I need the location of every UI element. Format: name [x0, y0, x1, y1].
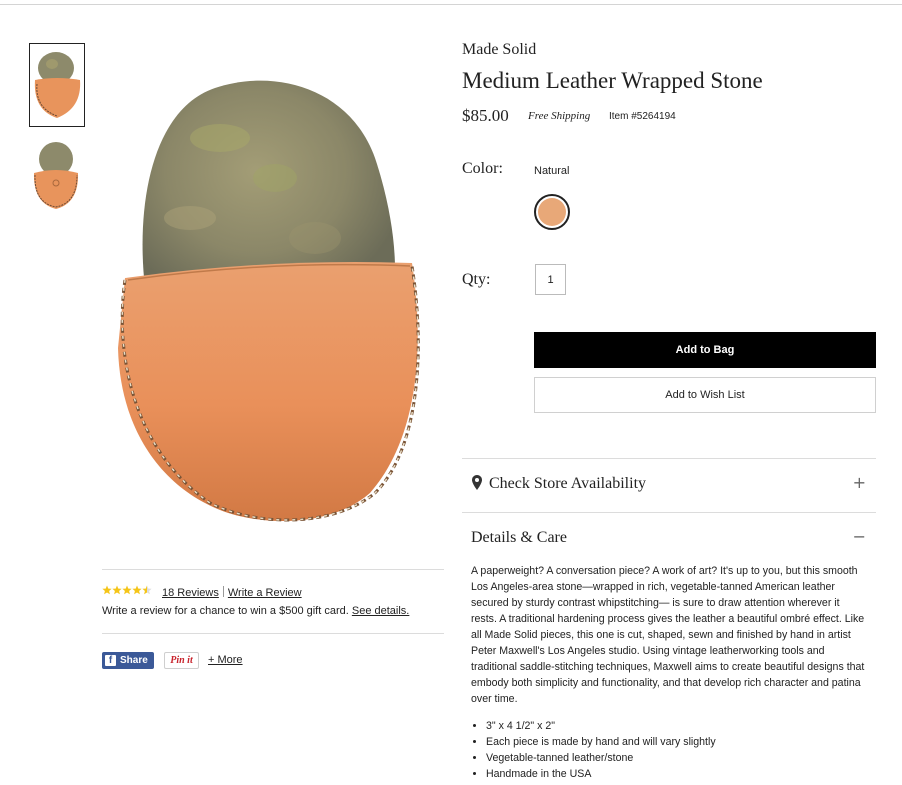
check-store-availability-toggle[interactable]: Check Store Availability + [462, 459, 876, 509]
color-value: Natural [534, 165, 570, 177]
share-label: Share [120, 655, 148, 666]
reviews-separator [222, 586, 224, 597]
write-review-link[interactable]: Write a Review [228, 587, 302, 599]
check-store-availability-label: Check Store Availability [489, 475, 647, 492]
item-number: Item #5264194 [609, 111, 676, 122]
thumbnail-front-image [34, 52, 81, 118]
location-pin-icon [472, 475, 482, 490]
more-share-link[interactable]: + More [208, 654, 243, 666]
plus-icon: + [852, 473, 866, 492]
star-icon [102, 585, 112, 595]
reviews-count-link[interactable]: 18 Reviews [162, 587, 219, 599]
see-details-link[interactable]: See details. [352, 605, 409, 617]
reviews-divider-top [102, 569, 444, 570]
product-features-list: 3" x 4 1/2" x 2" Each piece is made by h… [471, 718, 716, 782]
shipping-note: Free Shipping [528, 110, 591, 122]
product-description: A paperweight? A conversation piece? A w… [471, 565, 865, 705]
color-swatch-fill [538, 198, 566, 226]
top-border [0, 4, 902, 5]
star-icon [122, 585, 132, 595]
reviews-divider-bottom [102, 633, 444, 634]
minus-icon: − [852, 527, 866, 546]
list-item: Each piece is made by hand and will vary… [486, 734, 716, 750]
star-icon [132, 585, 142, 595]
add-to-bag-button[interactable]: Add to Bag [534, 332, 876, 368]
star-icon [112, 585, 122, 595]
product-main-image [118, 80, 420, 522]
details-care-toggle[interactable]: Details & Care − [462, 513, 876, 563]
rating-stars [102, 585, 152, 599]
facebook-share-button[interactable]: f Share [102, 652, 154, 669]
product-price: $85.00 [462, 106, 509, 125]
review-promo-text: Write a review for a chance to win a $50… [102, 605, 349, 617]
color-swatch-natural[interactable] [534, 194, 570, 230]
add-to-wish-list-button[interactable]: Add to Wish List [534, 377, 876, 413]
thumbnail-back-image [33, 142, 79, 209]
thumbnail-back[interactable] [29, 133, 85, 217]
qty-input[interactable] [535, 264, 566, 295]
product-title: Medium Leather Wrapped Stone [462, 68, 763, 93]
color-label: Color: [462, 160, 503, 177]
reviews-links: 18 Reviews Write a Review [162, 586, 302, 599]
pinterest-pin-button[interactable]: Pin it [164, 652, 199, 669]
list-item: Handmade in the USA [486, 766, 716, 782]
list-item: 3" x 4 1/2" x 2" [486, 718, 716, 734]
list-item: Vegetable-tanned leather/stone [486, 750, 716, 766]
facebook-icon: f [105, 655, 116, 666]
star-icon [142, 585, 152, 595]
thumbnail-front[interactable] [29, 43, 85, 127]
qty-label: Qty: [462, 271, 491, 288]
review-promo: Write a review for a chance to win a $50… [102, 605, 409, 617]
product-brand[interactable]: Made Solid [462, 41, 536, 59]
details-care-label: Details & Care [471, 529, 567, 546]
